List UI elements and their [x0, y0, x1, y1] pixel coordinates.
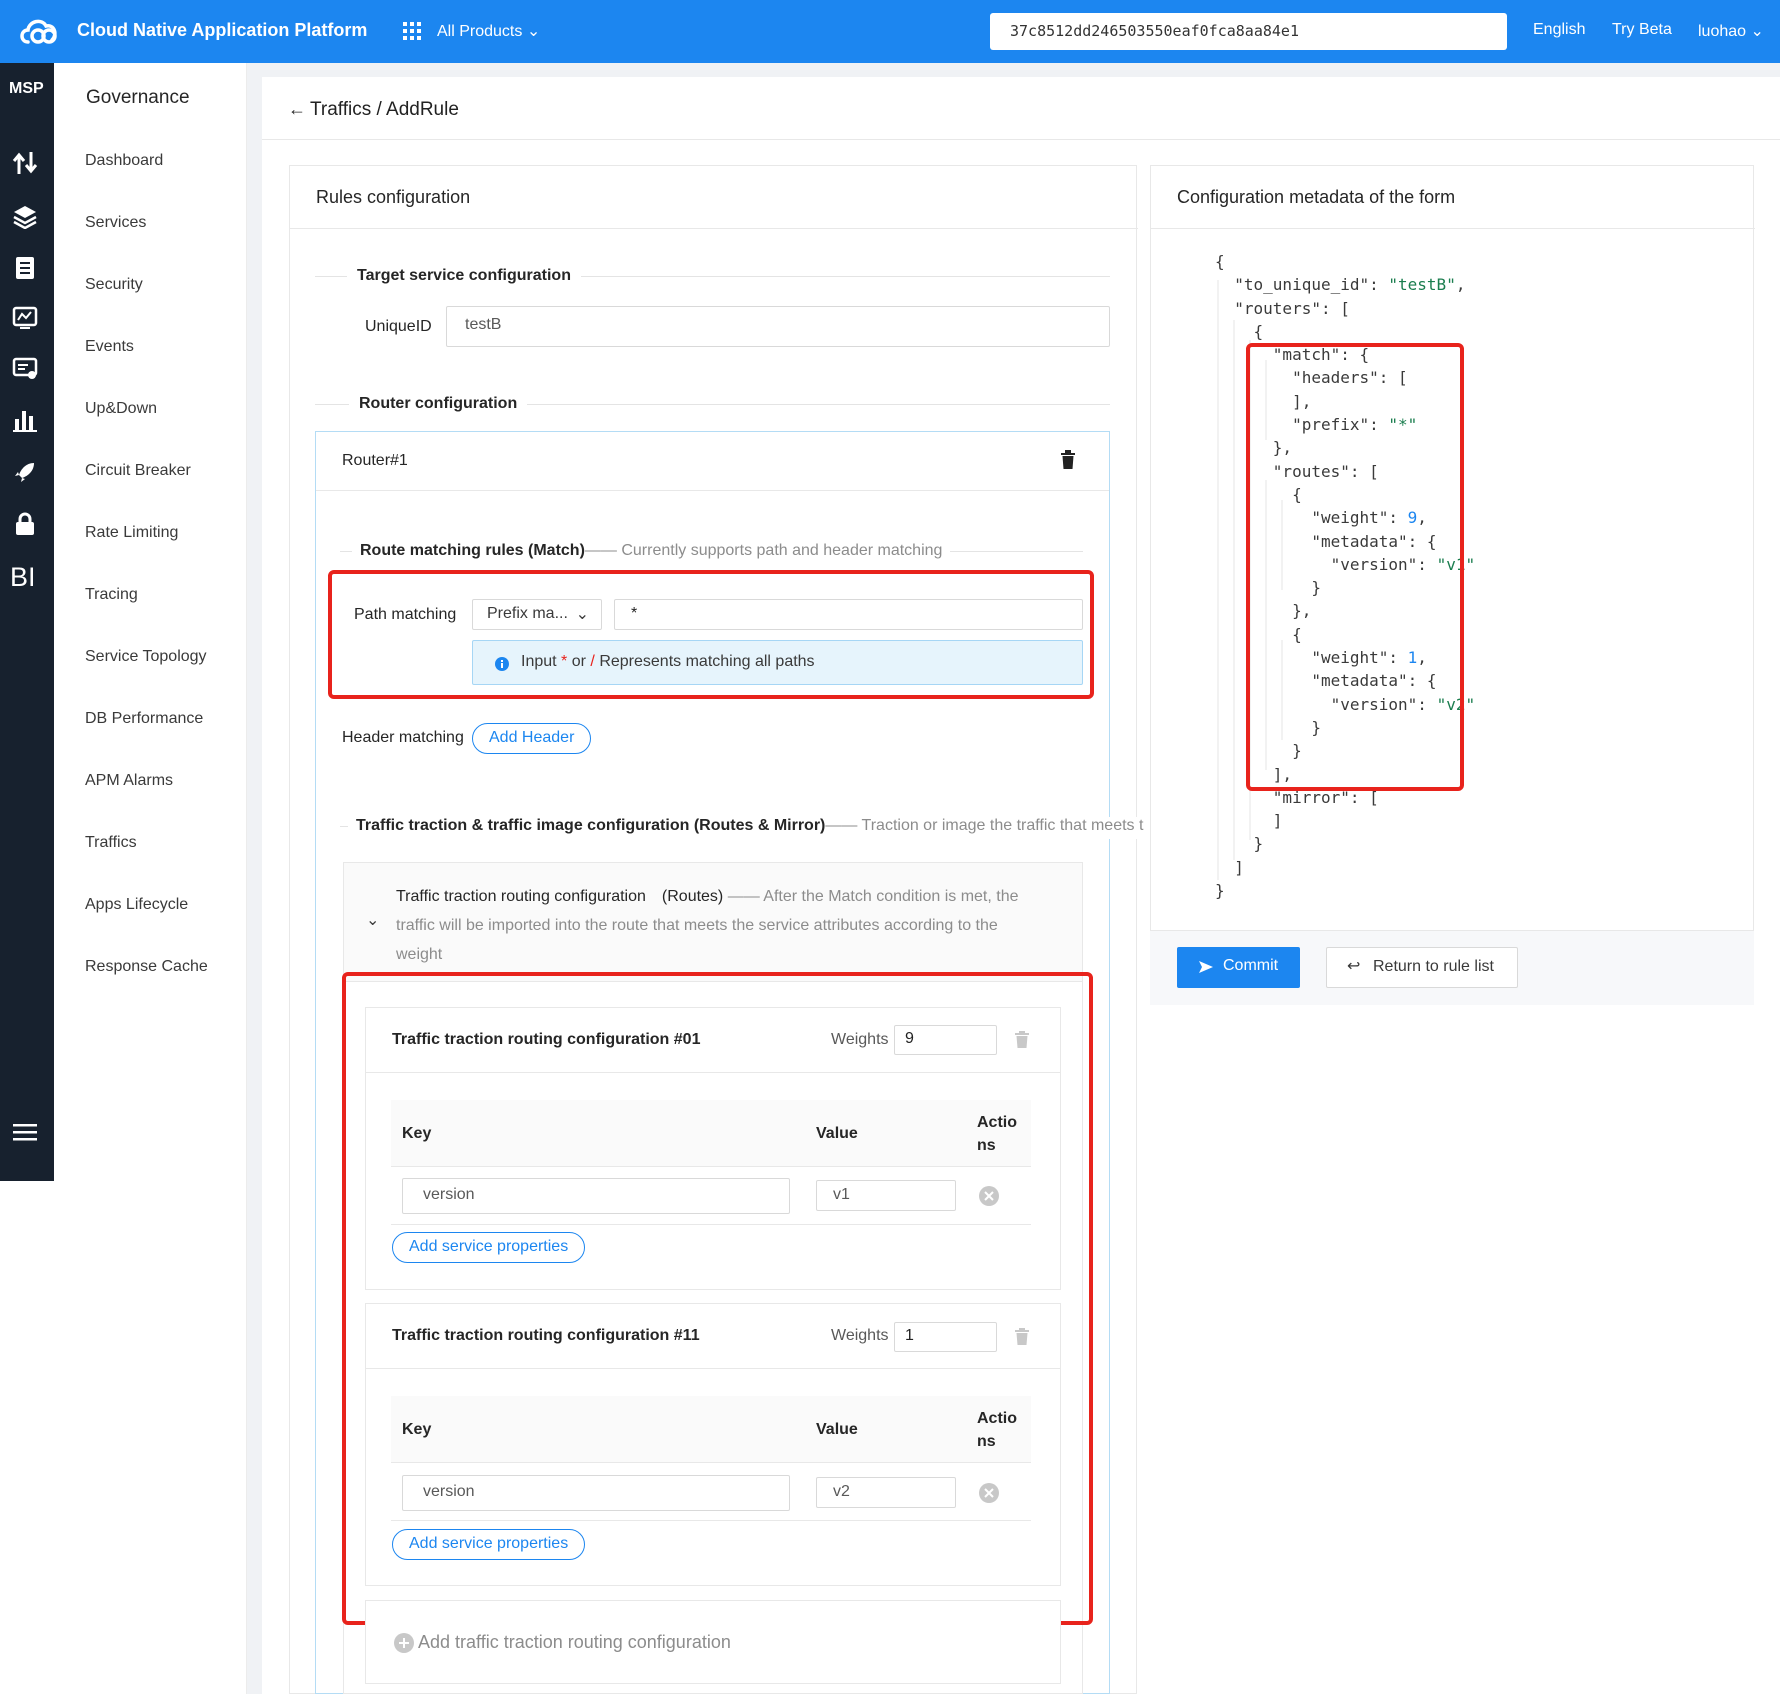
match-title: Route matching rules (Match): [360, 542, 585, 559]
monitor-icon[interactable]: [12, 305, 38, 331]
uniqueid-label: UniqueID: [365, 318, 432, 335]
match-hint: —— Currently supports path and header ma…: [584, 542, 943, 559]
nav-item-apps-lifecycle[interactable]: Apps Lifecycle: [85, 896, 188, 914]
all-products-menu[interactable]: All Products ⌄: [437, 21, 540, 41]
breadcrumb-bar: ← Traffics / AddRule: [262, 77, 1780, 140]
nav-item-rate-limiting[interactable]: Rate Limiting: [85, 524, 178, 542]
router-header-divider: [316, 490, 1109, 491]
bar-chart-icon[interactable]: [12, 407, 38, 433]
uniqueid-input[interactable]: testB: [446, 306, 1110, 347]
routes-hint: —— Traction or image the traffic that me…: [825, 817, 1144, 834]
return-arrow-icon: ↩: [1347, 958, 1361, 975]
arrows-icon[interactable]: [12, 150, 38, 176]
router-section-title: Router configuration: [349, 395, 528, 413]
try-beta-link[interactable]: Try Beta: [1612, 21, 1672, 39]
json-line: }: [1215, 834, 1264, 854]
routes-sub-description: Traffic traction routing configuration (…: [396, 882, 1068, 969]
card-header-divider: [290, 228, 1138, 229]
add-header-button[interactable]: Add Header: [472, 723, 592, 754]
msp-label[interactable]: MSP: [9, 80, 44, 98]
language-switch[interactable]: English: [1533, 21, 1585, 39]
chevron-down-icon: ⌄: [526, 23, 541, 40]
highlight-box-json: [1246, 343, 1464, 791]
json-line: {: [1215, 321, 1264, 341]
nav-item-response-cache[interactable]: Response Cache: [85, 958, 208, 976]
highlight-box-match: [328, 570, 1094, 699]
app-title[interactable]: Cloud Native Application Platform: [77, 20, 367, 41]
chat-list-icon[interactable]: [12, 356, 38, 382]
target-section-title: Target service configuration: [347, 267, 581, 285]
json-line: {: [1215, 252, 1225, 271]
breadcrumb[interactable]: Traffics / AddRule: [310, 99, 459, 121]
menu-icon[interactable]: [12, 1119, 38, 1145]
search-input[interactable]: 37c8512dd246503550eaf0fca8aa84e1: [990, 13, 1507, 50]
user-name: luohao: [1698, 23, 1747, 40]
plus-circle-icon: [394, 1633, 414, 1653]
json-line: ]: [1215, 811, 1283, 831]
chevron-down-icon: ⌄: [1750, 23, 1764, 40]
nav-item-services[interactable]: Services: [85, 214, 146, 232]
add-route-label: Add traffic traction routing configurati…: [418, 1632, 731, 1652]
nav-item-circuit-breaker[interactable]: Circuit Breaker: [85, 462, 191, 480]
bi-label[interactable]: BI: [10, 562, 36, 593]
match-section-title: Route matching rules (Match)—— Currently…: [352, 542, 951, 560]
all-products-label: All Products: [437, 23, 523, 40]
highlight-box-routes: [342, 972, 1093, 1625]
nav-heading: Governance: [86, 87, 190, 108]
nav-item-security[interactable]: Security: [85, 276, 143, 294]
chevron-down-icon[interactable]: ⌄: [366, 910, 379, 930]
rocket-icon[interactable]: [12, 459, 38, 485]
routes-sub-line2: traffic will be imported into the route …: [396, 917, 998, 934]
metadata-card-title: Configuration metadata of the form: [1177, 187, 1456, 207]
send-icon: [1199, 961, 1213, 973]
nav-item-dashboard[interactable]: Dashboard: [85, 152, 163, 170]
side-nav: Governance Dashboard Services Security E…: [54, 63, 247, 1694]
nav-item-up-down[interactable]: Up&Down: [85, 400, 157, 418]
routes-sub-hint: —— After the Match condition is met, the: [723, 888, 1019, 905]
json-line: "routers": [: [1215, 298, 1350, 318]
trash-icon[interactable]: [1060, 450, 1076, 470]
clipboard-icon[interactable]: [12, 254, 38, 280]
layers-icon[interactable]: [12, 203, 38, 229]
routes-section-title: Traffic traction & traffic image configu…: [348, 817, 1148, 839]
nav-item-apm-alarms[interactable]: APM Alarms: [85, 772, 173, 790]
commit-label: Commit: [1223, 957, 1279, 974]
nav-item-db-performance[interactable]: DB Performance: [85, 710, 203, 728]
cloud-logo-icon[interactable]: [18, 14, 60, 48]
add-route-button[interactable]: Add traffic traction routing configurati…: [394, 1632, 731, 1653]
icon-rail: MSP BI: [0, 63, 54, 1181]
nav-item-traffics[interactable]: Traffics: [85, 834, 137, 852]
lock-icon[interactable]: [12, 511, 38, 537]
top-bar: Cloud Native Application Platform All Pr…: [0, 0, 1780, 63]
routes-title: Traffic traction & traffic image configu…: [356, 817, 826, 834]
nav-item-service-topology[interactable]: Service Topology: [85, 648, 207, 666]
apps-grid-icon[interactable]: [403, 22, 421, 40]
nav-item-tracing[interactable]: Tracing: [85, 586, 138, 604]
header-matching-label: Header matching: [342, 729, 464, 746]
return-label: Return to rule list: [1373, 958, 1494, 975]
card-header-divider: [1151, 228, 1755, 229]
router-name: Router#1: [342, 452, 408, 469]
return-to-rule-list-button[interactable]: ↩ Return to rule list: [1326, 947, 1518, 988]
routes-sub-line3: weight: [396, 946, 443, 963]
nav-item-events[interactable]: Events: [85, 338, 134, 356]
user-menu[interactable]: luohao ⌄: [1698, 21, 1764, 41]
back-arrow-icon[interactable]: ←: [288, 99, 306, 120]
routes-sub-title: Traffic traction routing configuration (…: [396, 888, 724, 905]
commit-button[interactable]: Commit: [1177, 947, 1300, 988]
json-line: "to_unique_id": "testB",: [1215, 275, 1466, 295]
json-line: ]: [1215, 857, 1244, 877]
json-line: }: [1215, 881, 1225, 901]
rules-card-title: Rules configuration: [316, 187, 471, 207]
